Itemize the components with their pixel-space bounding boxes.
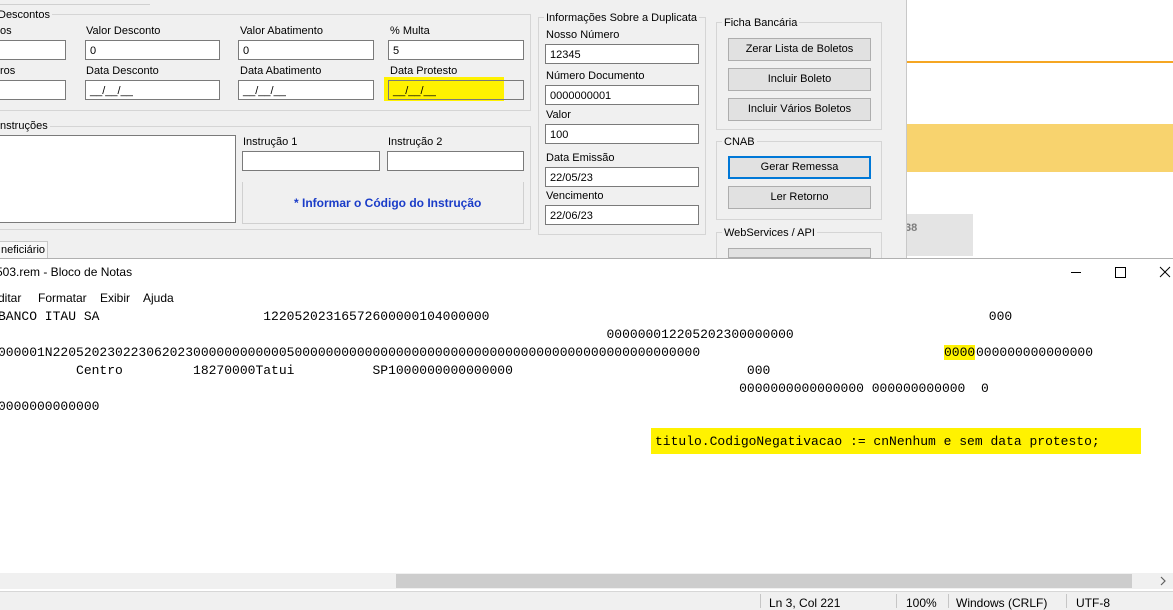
status-divider-1 <box>760 594 761 608</box>
scroll-right-icon[interactable] <box>1157 573 1169 589</box>
status-bar: Ln 3, Col 221 100% Windows (CRLF) UTF-8 <box>0 591 1173 610</box>
data-protesto-label: Data Protesto <box>390 65 458 77</box>
text-line-6: 0000000000000 <box>0 399 100 414</box>
numero-documento-label: Número Documento <box>546 70 645 82</box>
vencimento-input[interactable]: 22/06/23 <box>545 205 699 225</box>
data-protesto-input[interactable]: __/__/__ <box>388 80 524 100</box>
text-line-3: 000001N220520230223062023000000000000500… <box>0 345 701 360</box>
valor-label: Valor <box>546 109 571 121</box>
data-emissao-input[interactable]: 22/05/23 <box>545 167 699 187</box>
col1-input-top[interactable] <box>0 40 66 60</box>
data-desconto-label: Data Desconto <box>86 65 159 77</box>
instrucao-info-text: * Informar o Código do Instrução <box>294 196 482 210</box>
instrucao1-label: Instrução 1 <box>243 136 298 148</box>
notepad-window: 503.rem - Bloco de Notas ditar Formatar … <box>0 258 1173 610</box>
webservices-title: WebServices / API <box>722 227 817 239</box>
data-abatimento-label: Data Abatimento <box>240 65 322 77</box>
form-window: Descontos os Valor Desconto 0 Valor Abat… <box>0 0 907 262</box>
numero-documento-input[interactable]: 0000000001 <box>545 85 699 105</box>
valor-input[interactable]: 100 <box>545 124 699 144</box>
status-divider-4 <box>1066 594 1067 608</box>
text-line-4: Centro 18270000Tatui SP1000000000000000 … <box>0 363 771 378</box>
nosso-numero-label: Nosso Número <box>546 29 620 41</box>
valor-abatimento-label: Valor Abatimento <box>240 25 323 37</box>
text-line-3-tail: 000000000000000 <box>976 345 1094 360</box>
data-emissao-label: Data Emissão <box>546 152 615 164</box>
menu-ajuda[interactable]: Ajuda <box>143 291 174 305</box>
horizontal-scrollbar[interactable] <box>0 573 1173 589</box>
incluir-boleto-button[interactable]: Incluir Boleto <box>728 68 871 91</box>
valor-abatimento-input[interactable]: 0 <box>238 40 374 60</box>
close-button[interactable] <box>1146 259 1173 287</box>
minimize-button[interactable] <box>1056 259 1096 287</box>
incluir-varios-boletos-button[interactable]: Incluir Vários Boletos <box>728 98 871 121</box>
descontos-title: Descontos <box>0 9 52 21</box>
valor-desconto-input[interactable]: 0 <box>85 40 220 60</box>
instrucao1-input[interactable] <box>242 151 380 171</box>
menu-exibir[interactable]: Exibir <box>100 291 130 305</box>
col1-input-bottom[interactable] <box>0 80 66 100</box>
close-icon <box>1159 266 1171 278</box>
maximize-button[interactable] <box>1100 259 1140 287</box>
minimize-icon <box>1071 272 1081 273</box>
text-line-3-highlight: 0000 <box>944 345 976 360</box>
ficha-title: Ficha Bancária <box>722 17 800 29</box>
background-app: 38 <box>905 0 1173 258</box>
webservices-button[interactable] <box>728 248 871 258</box>
data-abatimento-input[interactable]: __/__/__ <box>238 80 374 100</box>
col1-label-top: os <box>0 25 12 37</box>
yellow-banner <box>905 124 1173 172</box>
tab-strip-top <box>0 0 150 5</box>
text-line-5: 0000000000000000 000000000000 0 <box>0 381 989 396</box>
maximize-icon <box>1115 267 1126 278</box>
orange-line <box>905 61 1173 63</box>
instrucao2-label: Instrução 2 <box>388 136 443 148</box>
ler-retorno-button[interactable]: Ler Retorno <box>728 186 871 209</box>
tab-beneficiario[interactable]: neficiário <box>0 241 48 258</box>
notepad-title: 503.rem - Bloco de Notas <box>0 265 133 279</box>
tab-beneficiario-label: neficiário <box>1 244 46 256</box>
notepad-text-area[interactable]: BANCO ITAU SA 12205202316572600000104000… <box>0 307 1173 571</box>
zerar-boletos-button[interactable]: Zerar Lista de Boletos <box>728 38 871 61</box>
gerar-remessa-button[interactable]: Gerar Remessa <box>728 156 871 179</box>
status-divider-2 <box>896 594 897 608</box>
comment-text: titulo.CodigoNegativacao := cnNenhum e s… <box>655 434 1100 449</box>
duplicata-title: Informações Sobre a Duplicata <box>544 12 700 24</box>
multa-input[interactable]: 5 <box>388 40 524 60</box>
text-line-1: BANCO ITAU SA 12205202316572600000104000… <box>0 309 1013 324</box>
scrollbar-thumb[interactable] <box>396 574 1132 588</box>
nosso-numero-input[interactable]: 12345 <box>545 44 699 64</box>
multa-label: % Multa <box>390 25 430 37</box>
text-line-2: 000000012205202300000000 <box>0 327 794 342</box>
cnab-title: CNAB <box>722 136 757 148</box>
instrucoes-title: nstruções <box>0 120 50 132</box>
instrucoes-memo[interactable] <box>0 135 236 223</box>
gray-card: 38 <box>905 214 973 256</box>
menu-editar[interactable]: ditar <box>0 291 21 305</box>
col1-label-bottom: ros <box>0 65 16 77</box>
data-desconto-input[interactable]: __/__/__ <box>85 80 220 100</box>
status-divider-3 <box>948 594 949 608</box>
vencimento-label: Vencimento <box>546 190 604 202</box>
valor-desconto-label: Valor Desconto <box>86 25 161 37</box>
instrucao2-input[interactable] <box>387 151 524 171</box>
menu-formatar[interactable]: Formatar <box>38 291 87 305</box>
